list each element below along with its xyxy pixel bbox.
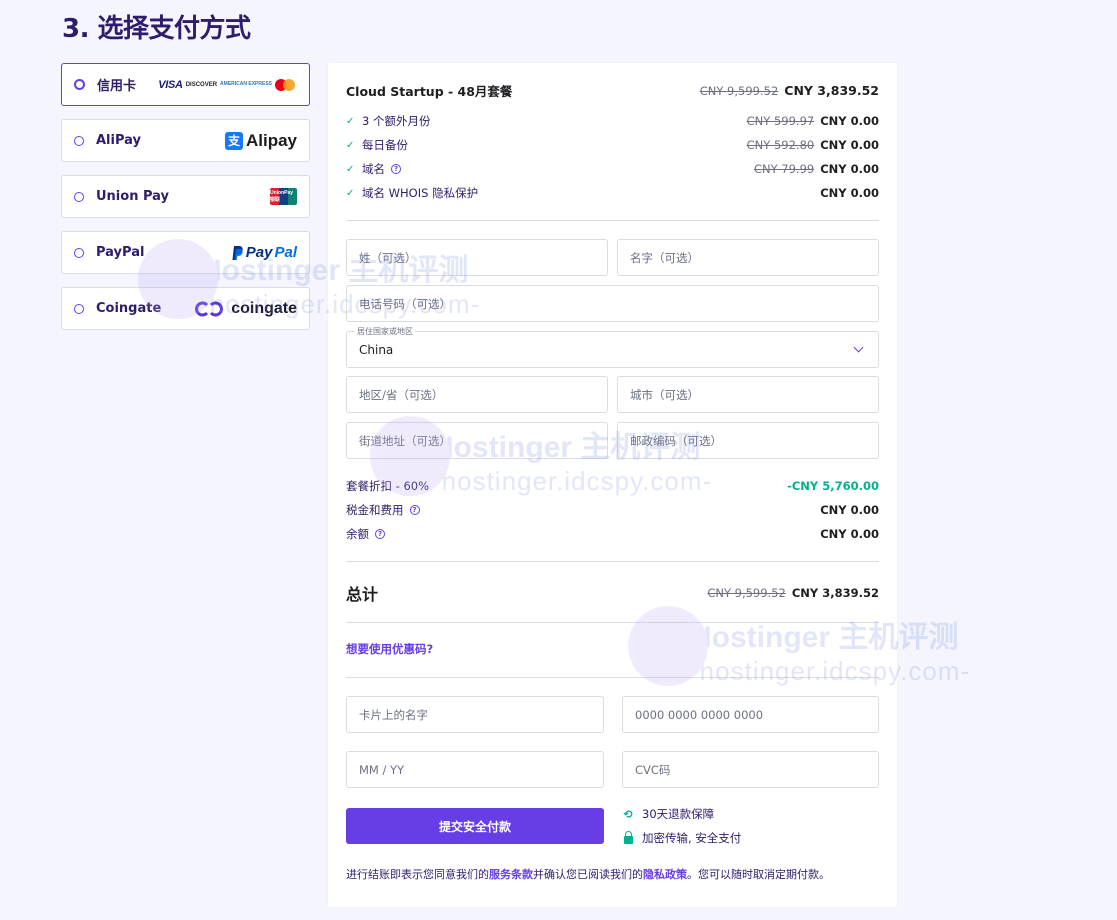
payment-method-label: 信用卡 — [97, 79, 137, 94]
terms-mid: 并确认您已阅读我们的 — [533, 868, 643, 881]
discount-row: 套餐折扣 - 60% -CNY 5,760.00 — [346, 478, 879, 494]
item-old-price: CNY 599.97 — [746, 114, 815, 128]
check-icon: ✓ — [346, 163, 355, 175]
city-field[interactable]: 城市（可选） — [617, 376, 879, 413]
refund-guarantee: ⟲ 30天退款保障 — [622, 806, 714, 822]
coingate-logo-icon: coingate — [195, 300, 297, 318]
radio-selected-icon[interactable] — [74, 79, 85, 90]
unionpay-logo-icon: UnionPay 银联 — [270, 188, 297, 205]
total-price: CNY 3,839.52 — [791, 586, 879, 600]
radio-icon[interactable] — [74, 303, 84, 314]
street-field[interactable]: 街道地址（可选） — [346, 422, 608, 459]
visa-logo-icon: VISA — [158, 78, 183, 91]
discover-logo-icon: DISCOVER — [185, 81, 218, 88]
payment-method-credit-card[interactable]: 信用卡 VISA DISCOVER AMERICAN EXPRESS — [61, 63, 310, 106]
card-brand-logos: VISA DISCOVER AMERICAN EXPRESS — [158, 78, 297, 91]
item-price: CNY 0.00 — [820, 186, 879, 200]
total-row: 总计 CNY 9,599.52 CNY 3,839.52 — [346, 581, 879, 605]
chevron-down-icon[interactable] — [853, 342, 864, 353]
card-expiry-input[interactable]: MM / YY — [346, 751, 604, 788]
page-title: 3. 选择支付方式 — [62, 14, 251, 44]
plan-name: Cloud Startup - 48月套餐 — [346, 84, 513, 99]
balance-row: 余额? CNY 0.00 — [346, 526, 879, 542]
help-icon[interactable]: ? — [391, 164, 401, 174]
item-label: 3 个额外月份 — [362, 114, 431, 128]
divider — [346, 622, 879, 623]
total-label: 总计 — [346, 585, 379, 604]
payment-method-unionpay[interactable]: Union Pay UnionPay 银联 — [61, 175, 310, 218]
amex-logo-icon: AMERICAN EXPRESS — [220, 81, 272, 87]
balance-label: 余额 — [346, 527, 369, 541]
radio-icon[interactable] — [74, 247, 84, 258]
secure-text: 加密传输, 安全支付 — [642, 831, 742, 845]
item-old-price: CNY 79.99 — [753, 162, 815, 176]
region-field[interactable]: 地区/省（可选） — [346, 376, 608, 413]
plan-old-price: CNY 9,599.52 — [699, 83, 779, 98]
order-item-row: ✓ 域名? CNY 79.99 CNY 0.00 — [346, 161, 879, 177]
item-price: CNY 0.00 — [820, 114, 879, 128]
tax-label: 税金和费用 — [346, 503, 404, 517]
order-item-row: ✓ 3 个额外月份 CNY 599.97 CNY 0.00 — [346, 113, 879, 129]
discount-value: -CNY 5,760.00 — [787, 479, 879, 493]
promo-code-link[interactable]: 想要使用优惠码? — [346, 641, 433, 657]
submit-payment-button[interactable]: 提交安全付款 — [346, 808, 604, 844]
check-icon: ✓ — [346, 115, 355, 127]
terms-text: 进行结账即表示您同意我们的服务条款并确认您已阅读我们的隐私政策。您可以随时取消定… — [346, 866, 830, 882]
refund-icon: ⟲ — [623, 807, 633, 821]
order-item-row: ✓ 每日备份 CNY 592.80 CNY 0.00 — [346, 137, 879, 153]
item-label: 域名 — [362, 162, 385, 176]
balance-value: CNY 0.00 — [820, 527, 879, 541]
item-price: CNY 0.00 — [820, 162, 879, 176]
discount-label: 套餐折扣 - 60% — [346, 479, 430, 493]
plan-price: CNY 3,839.52 — [784, 83, 879, 98]
order-item-row: ✓ 域名 WHOIS 隐私保护 CNY 0.00 — [346, 185, 879, 201]
card-name-input[interactable]: 卡片上的名字 — [346, 696, 604, 733]
radio-icon[interactable] — [74, 135, 84, 146]
payment-method-coingate[interactable]: Coingate coingate — [61, 287, 310, 330]
help-icon[interactable]: ? — [375, 529, 385, 539]
country-value: China — [359, 342, 394, 357]
item-old-price: CNY 592.80 — [746, 138, 815, 152]
checkout-card: Cloud Startup - 48月套餐 CNY 9,599.52 CNY 3… — [328, 63, 897, 907]
payment-method-label: AliPay — [96, 133, 141, 148]
first-name-field[interactable]: 名字（可选） — [617, 239, 879, 276]
check-icon: ✓ — [346, 187, 355, 199]
payment-method-paypal[interactable]: PayPal Pay Pal — [61, 231, 310, 274]
item-price: CNY 0.00 — [820, 138, 879, 152]
tax-row: 税金和费用? CNY 0.00 — [346, 502, 879, 518]
terms-post: 。您可以随时取消定期付款。 — [687, 868, 830, 881]
privacy-policy-link[interactable]: 隐私政策 — [643, 868, 687, 881]
lock-icon — [622, 830, 634, 844]
payment-method-label: PayPal — [96, 245, 145, 260]
payment-method-alipay[interactable]: AliPay 支 Alipay — [61, 119, 310, 162]
country-select[interactable]: 居住国家或地区 China — [346, 326, 879, 368]
divider — [346, 677, 879, 678]
payment-method-label: Coingate — [96, 301, 162, 316]
total-old-price: CNY 9,599.52 — [707, 586, 786, 600]
tax-value: CNY 0.00 — [820, 503, 879, 517]
item-label: 每日备份 — [362, 138, 408, 152]
item-label: 域名 WHOIS 隐私保护 — [362, 186, 479, 200]
check-icon: ✓ — [346, 139, 355, 151]
phone-field[interactable]: 电话号码（可选） — [346, 285, 879, 322]
zip-field[interactable]: 邮政编码（可选） — [617, 422, 879, 459]
card-number-input[interactable]: 0000 0000 0000 0000 — [622, 696, 879, 733]
alipay-logo-icon: 支 Alipay — [224, 131, 297, 151]
divider — [346, 220, 879, 221]
secure-payment: 加密传输, 安全支付 — [622, 830, 741, 846]
payment-methods-list: 信用卡 VISA DISCOVER AMERICAN EXPRESS AliPa… — [61, 63, 310, 343]
terms-of-service-link[interactable]: 服务条款 — [489, 868, 533, 881]
payment-method-label: Union Pay — [96, 189, 170, 204]
mastercard-logo-icon — [275, 78, 297, 91]
radio-icon[interactable] — [74, 191, 84, 202]
plan-row: Cloud Startup - 48月套餐 CNY 9,599.52 CNY 3… — [346, 81, 879, 100]
refund-text: 30天退款保障 — [642, 807, 715, 821]
card-cvc-input[interactable]: CVC码 — [622, 751, 879, 788]
last-name-field[interactable]: 姓（可选） — [346, 239, 608, 276]
help-icon[interactable]: ? — [409, 505, 420, 515]
terms-pre: 进行结账即表示您同意我们的 — [346, 868, 489, 881]
paypal-logo-icon: Pay Pal — [231, 244, 297, 261]
divider — [346, 561, 879, 562]
country-label: 居住国家或地区 — [355, 326, 415, 337]
